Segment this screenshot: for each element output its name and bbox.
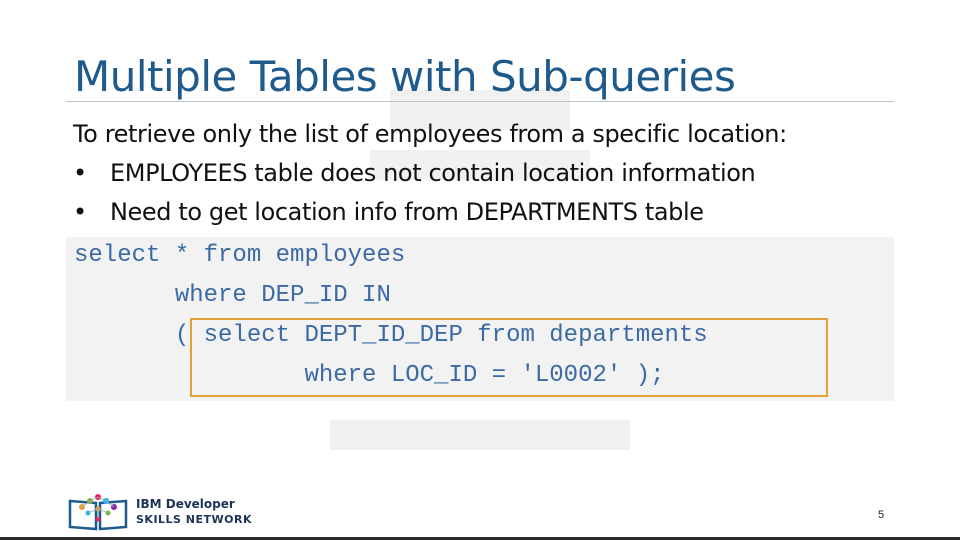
bullet-item: • EMPLOYEES table does not contain locat… xyxy=(73,159,756,198)
footer-logo: IBM Developer SKILLS NETWORK xyxy=(68,493,252,531)
slide-title: Multiple Tables with Sub-queries xyxy=(74,52,736,101)
bullet-dot: • xyxy=(73,198,87,226)
logo-line1: IBM Developer xyxy=(136,497,235,511)
code-line: select * from employees xyxy=(74,242,406,269)
book-network-icon xyxy=(68,494,128,531)
page-number: 5 xyxy=(878,509,885,521)
subquery-highlight-box xyxy=(190,318,828,397)
bullet-item: • Need to get location info from DEPARTM… xyxy=(73,198,755,237)
intro-text: To retrieve only the list of employees f… xyxy=(73,120,787,148)
bullet-text: EMPLOYEES table does not contain locatio… xyxy=(110,159,756,187)
logo-line2: SKILLS NETWORK xyxy=(136,513,253,526)
title-divider xyxy=(66,101,894,102)
bullet-dot: • xyxy=(73,159,87,187)
code-line: where DEP_ID IN xyxy=(74,282,391,309)
bullet-text: Need to get location info from DEPARTMEN… xyxy=(110,198,704,226)
bullet-list: • EMPLOYEES table does not contain locat… xyxy=(73,159,756,237)
